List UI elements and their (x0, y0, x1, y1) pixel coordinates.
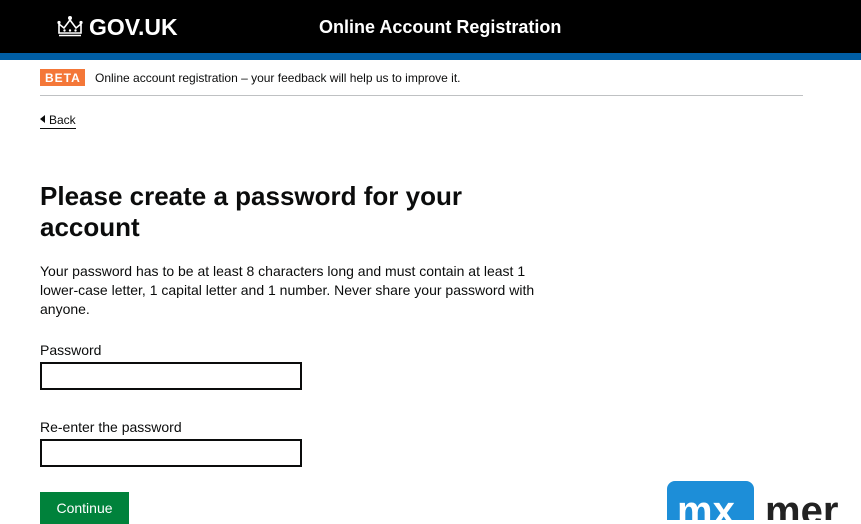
confirm-password-input[interactable] (40, 439, 302, 467)
brand-mark: mx (667, 481, 754, 520)
back-link-label: Back (49, 113, 76, 127)
phase-banner-text: Online account registration – your feedb… (95, 71, 461, 85)
back-link[interactable]: Back (40, 113, 76, 129)
service-name[interactable]: Online Account Registration (319, 17, 561, 37)
confirm-password-label: Re-enter the password (40, 419, 182, 435)
brand-logo: mx mer (667, 481, 861, 520)
password-label: Password (40, 342, 102, 358)
govuk-logo-link[interactable]: GOV.UK (89, 15, 178, 39)
page-title: Please create a password for your accoun… (40, 181, 462, 242)
back-arrow-icon (40, 115, 45, 123)
brand-name: mer (765, 489, 839, 520)
brand-mark-text: mx (677, 489, 735, 520)
site-header: GOV.UK Online Account Registration (0, 0, 861, 60)
crown-icon (57, 16, 83, 37)
beta-tag: BETA (40, 69, 85, 86)
phase-banner: BETA Online account registration – your … (40, 69, 803, 96)
password-input[interactable] (40, 362, 302, 390)
password-requirements-text: Your password has to be at least 8 chara… (40, 263, 535, 317)
continue-button[interactable]: Continue (40, 492, 129, 524)
